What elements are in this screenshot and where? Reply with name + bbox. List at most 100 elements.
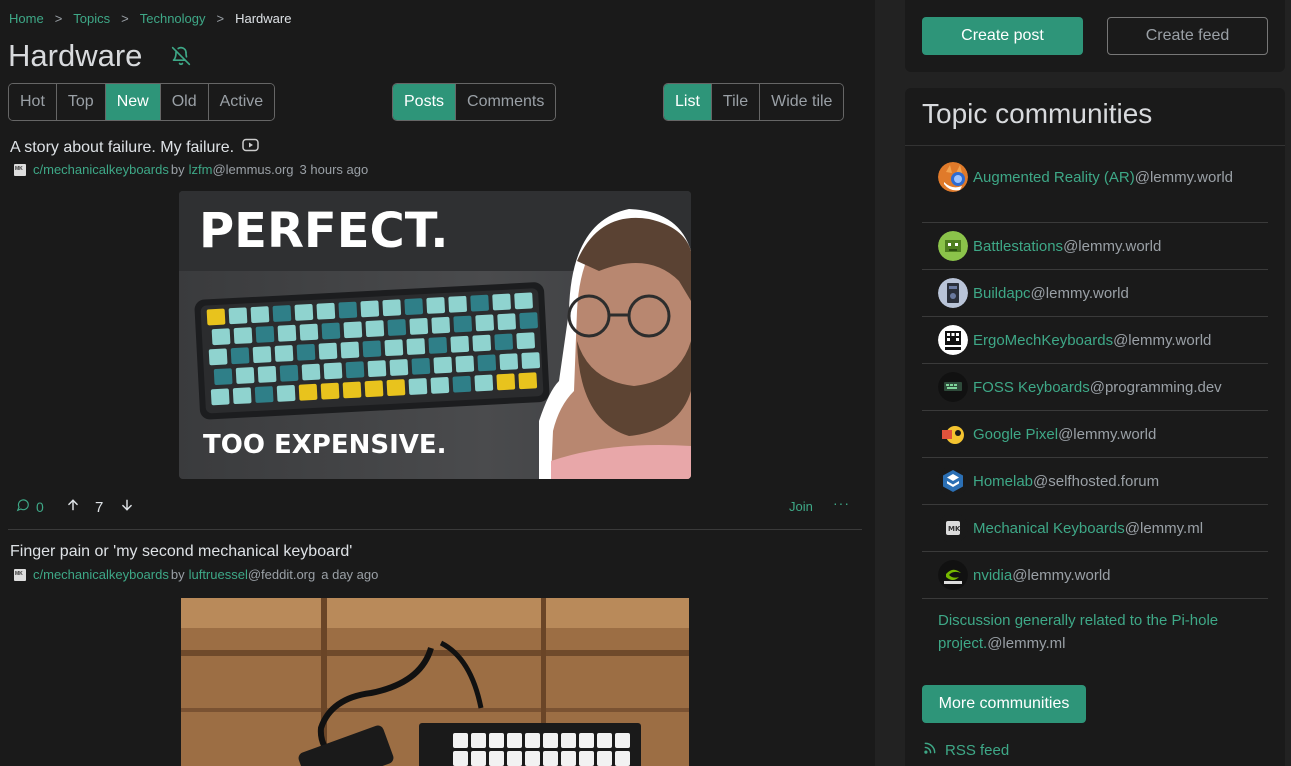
comment-icon (16, 498, 30, 515)
breadcrumb-home[interactable]: Home (9, 11, 44, 26)
keycap (507, 733, 522, 748)
downvote-icon[interactable] (120, 498, 134, 515)
foss-keyboards-icon (938, 372, 968, 402)
post-title[interactable]: A story about failure. My failure. (10, 138, 259, 157)
keycap (579, 733, 594, 748)
community-instance: @lemmy.world (1134, 169, 1234, 186)
keycap (228, 307, 248, 325)
community-link[interactable]: c/mechanicalkeyboards (33, 162, 169, 177)
keycap (516, 332, 535, 350)
community-item[interactable]: Buildapc @lemmy.world (922, 270, 1268, 317)
join-button[interactable]: Join (789, 499, 813, 514)
tab-posts[interactable]: Posts (393, 84, 457, 120)
post-thumbnail[interactable] (181, 598, 689, 766)
community-item[interactable]: Augmented Reality (AR)@lemmy.world (922, 146, 1268, 223)
tab-list[interactable]: List (664, 84, 712, 120)
tab-new[interactable]: New (105, 84, 161, 120)
tab-tile[interactable]: Tile (711, 84, 761, 120)
keycap (230, 347, 250, 365)
keycap (471, 733, 486, 748)
tab-top[interactable]: Top (56, 84, 106, 120)
create-feed-button[interactable]: Create feed (1107, 17, 1268, 55)
keycap (494, 333, 514, 351)
community-link[interactable]: c/mechanicalkeyboards (33, 567, 169, 582)
community-name[interactable]: Discussion generally related to the Pi-h… (938, 612, 1218, 652)
tab-comments[interactable]: Comments (456, 84, 556, 120)
post-time: a day ago (321, 567, 379, 582)
bell-off-icon[interactable] (171, 46, 191, 66)
community-name[interactable]: Mechanical Keyboards (973, 520, 1125, 537)
create-post-button[interactable]: Create post (922, 17, 1083, 55)
keycap (409, 318, 429, 335)
community-name[interactable]: Google Pixel (973, 426, 1058, 443)
breadcrumb-topics[interactable]: Topics (73, 11, 110, 26)
keycap (301, 363, 321, 381)
comments-button[interactable]: 0 (16, 498, 44, 515)
community-name[interactable]: nvidia (973, 567, 1012, 584)
keycap (250, 306, 270, 324)
community-item[interactable]: Discussion generally related to the Pi-h… (922, 599, 1268, 685)
community-item[interactable]: FOSS Keyboards @programming.dev (922, 364, 1268, 411)
thumb-headline: PERFECT. (199, 203, 448, 259)
keycap (257, 366, 277, 383)
buildapc-icon (938, 278, 968, 308)
post-meta: c/mechanicalkeyboards by luftruessel@fed… (14, 567, 378, 582)
keycap (615, 751, 630, 766)
keycap (492, 293, 511, 311)
keycap (387, 319, 407, 336)
tab-old[interactable]: Old (160, 84, 209, 120)
type-tabs: Posts Comments (392, 83, 557, 121)
user-link[interactable]: luftruessel (189, 567, 248, 582)
community-item[interactable]: ErgoMechKeyboards @lemmy.world (922, 317, 1268, 364)
keycap (471, 751, 486, 766)
keycap (208, 348, 228, 366)
keycap (299, 323, 319, 341)
keycap (382, 299, 402, 317)
community-item[interactable]: Battlestations @lemmy.world (922, 223, 1268, 270)
community-name[interactable]: Battlestations (973, 238, 1063, 255)
community-name[interactable]: FOSS Keyboards (973, 379, 1090, 396)
user-link[interactable]: lzfm (189, 162, 213, 177)
community-item[interactable]: MK Mechanical Keyboards @lemmy.ml (922, 505, 1268, 552)
user-instance: @lemmus.org (212, 162, 294, 177)
keycap (252, 346, 272, 363)
keycap (474, 374, 494, 392)
keycap (276, 385, 296, 402)
community-name[interactable]: Buildapc (973, 285, 1031, 302)
keycap (597, 751, 612, 766)
gutter (875, 0, 905, 766)
community-instance: @lemmy.world (1030, 284, 1129, 302)
keycap (340, 341, 360, 359)
post-title[interactable]: Finger pain or 'my second mechanical key… (10, 543, 352, 561)
community-item[interactable]: Homelab @selfhosted.forum (922, 458, 1268, 505)
keycap (448, 295, 467, 313)
keycap (455, 355, 475, 373)
community-instance: @programming.dev (1089, 378, 1222, 396)
community-instance: @lemmy.ml (1124, 519, 1204, 537)
community-name[interactable]: Augmented Reality (AR) (973, 169, 1135, 186)
community-name[interactable]: ErgoMechKeyboards (973, 332, 1113, 349)
keycap (561, 733, 576, 748)
post-thumbnail[interactable]: PERFECT. TOO EXPENSIVE. (179, 191, 691, 479)
keycap (360, 300, 380, 318)
thumb-caption: TOO EXPENSIVE. (203, 430, 447, 460)
more-communities-button[interactable]: More communities (922, 685, 1086, 723)
keycap (477, 354, 497, 372)
upvote-icon[interactable] (66, 498, 80, 515)
keycap (211, 328, 231, 346)
rss-link[interactable]: RSS feed (923, 741, 1009, 759)
community-item[interactable]: nvidia @lemmy.world (922, 552, 1268, 599)
svg-text:MK: MK (948, 525, 961, 533)
breadcrumb-technology[interactable]: Technology (140, 11, 206, 26)
more-options-icon[interactable]: ··· (833, 495, 850, 511)
community-item[interactable]: Google Pixel @lemmy.world (922, 411, 1268, 458)
google-pixel-icon (938, 419, 968, 449)
community-name[interactable]: Homelab (973, 473, 1033, 490)
post-title-text[interactable]: A story about failure. My failure. (10, 139, 234, 157)
community-icon (14, 568, 26, 581)
tab-hot[interactable]: Hot (9, 84, 57, 120)
tab-wide-tile[interactable]: Wide tile (760, 84, 844, 120)
tab-active[interactable]: Active (208, 84, 275, 120)
keycap (277, 324, 297, 342)
keycap (364, 380, 384, 398)
